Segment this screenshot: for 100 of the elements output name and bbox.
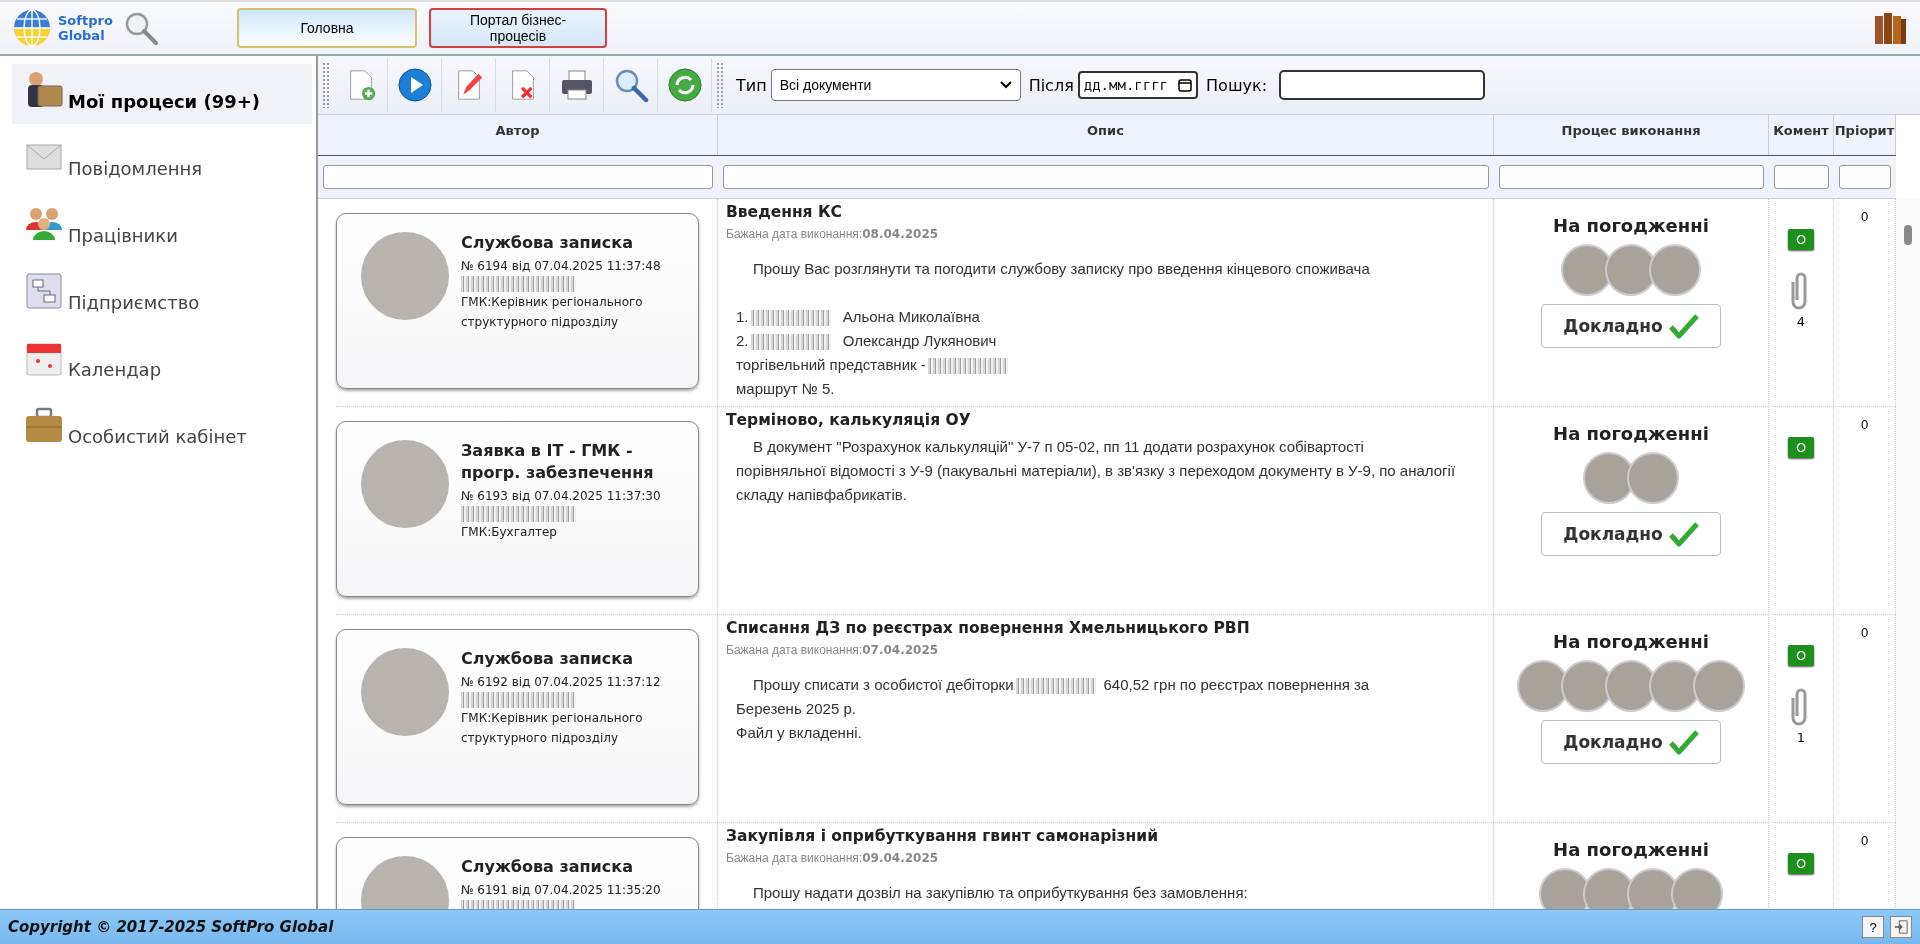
refresh-icon <box>666 67 703 103</box>
process-title: Списання ДЗ по реєстрах повернення Хмельницького РВП <box>726 619 1251 637</box>
comment-badge[interactable]: O <box>1787 229 1815 250</box>
logo-text: Softpro Global <box>58 13 113 43</box>
document-number: № 6192 від 07.04.2025 11:37:12 <box>461 674 662 691</box>
due-date-label: Бажана дата виконання: <box>726 643 863 657</box>
details-button[interactable]: Докладно <box>1541 512 1721 556</box>
sidebar-item[interactable]: Календар <box>12 332 312 392</box>
briefcase-icon <box>24 405 64 445</box>
author-role: ГМК:Керівник регіонального структурного підрозділу <box>461 710 644 747</box>
comment-badge[interactable]: O <box>1787 645 1815 666</box>
column-filter-field[interactable] <box>1839 165 1891 189</box>
attachment-count: 1 <box>1796 730 1806 745</box>
column-header[interactable]: Пріорит <box>1834 115 1896 155</box>
status-label: На погодженні <box>1553 215 1709 236</box>
document-type: Службова записка <box>461 648 634 670</box>
comment-badge[interactable]: O <box>1787 437 1815 458</box>
priority-value: 0 <box>1860 209 1869 224</box>
column-filter-field[interactable] <box>323 165 713 189</box>
sidebar-item[interactable]: Повідомлення <box>12 131 312 191</box>
description-text: 2. <box>736 332 749 349</box>
sidebar-item[interactable]: Мої процеси (99+) <box>12 64 312 124</box>
help-button[interactable]: ? <box>1862 916 1884 938</box>
sidebar-item[interactable]: Працівники <box>12 198 312 258</box>
nav-tab[interactable]: Головна <box>237 8 417 48</box>
priority-value: 0 <box>1860 625 1869 640</box>
comment-badge[interactable]: O <box>1787 853 1815 874</box>
column-header[interactable]: Опис <box>718 115 1494 155</box>
nav-tab[interactable]: Портал бізнес-процесів <box>429 8 607 48</box>
description-text: Альона Миколаївна <box>841 308 980 325</box>
due-date: 08.04.2025 <box>862 227 939 241</box>
description-text: Прошу Вас розглянути та погодити службову записку про введення кінцевого споживача <box>753 260 1370 277</box>
author-role: ГМК:Керівник регіонального структурного підрозділу <box>461 294 644 331</box>
approver-avatar-placeholder[interactable] <box>1693 660 1745 712</box>
diagram-icon <box>24 271 64 311</box>
column-filter-field[interactable] <box>1774 165 1829 189</box>
status-label: На погодженні <box>1553 423 1709 444</box>
approver-avatar-placeholder[interactable] <box>1671 868 1723 909</box>
description-text: торгівельний представник - <box>736 356 926 373</box>
author-role: ГМК:Бухгалтер <box>461 524 558 541</box>
date-field[interactable]: дд.мм.гггг <box>1077 71 1199 99</box>
document-type: Заявка в IT - ГМК - прогр. забезпечення <box>461 440 655 484</box>
check-icon <box>1668 313 1699 339</box>
description-text: 1. <box>736 308 749 325</box>
document-type: Службова записка <box>461 856 634 878</box>
due-date-label: Бажана дата виконання: <box>726 227 863 241</box>
play-icon <box>396 67 433 103</box>
column-header[interactable]: Автор <box>318 115 718 155</box>
column-header[interactable]: Комент <box>1769 115 1834 155</box>
type-dropdown[interactable]: Всі документи <box>770 69 1021 101</box>
description-text: Прошу надати дозвіл на закупівлю та оприбуткування без замовлення: <box>753 884 1248 901</box>
due-date: 07.04.2025 <box>862 643 939 657</box>
description-text: Файл у вкладенні. <box>736 724 862 741</box>
author-card[interactable]: Службова записка № 6194 від 07.04.2025 11:37:48 ГМК:Керівник регіонального структурного підрозділу <box>336 213 699 389</box>
sidebar-item[interactable]: Особистий кабінет <box>12 399 312 459</box>
calendar-icon <box>1178 78 1193 92</box>
type-label: Тип <box>736 75 767 95</box>
description-text: В документ "Розрахунок калькуляцій" У-7 п 05-02, пп 11 додати розрахунок собівартості порівняльної відомості з У-9 (пакувальні матеріали), в зв'язку з переходом документу в У-9, по аналогії складу напівфабрикатів. <box>736 438 1456 503</box>
globe-logo-icon <box>12 8 52 48</box>
document-type: Службова записка <box>461 232 634 254</box>
document-number: № 6193 від 07.04.2025 11:37:30 <box>461 488 662 505</box>
process-title: Закупівля і оприбуткування гвинт самонарізний <box>726 827 1160 845</box>
books-icon[interactable] <box>1872 10 1908 46</box>
exit-button[interactable] <box>1890 916 1912 938</box>
description-text: 640,52 грн по реєстрах повернення за <box>1103 676 1370 693</box>
details-button[interactable]: Докладно <box>1541 304 1721 348</box>
priority-value: 0 <box>1860 833 1869 848</box>
sidebar-item[interactable]: Підприємство <box>12 265 312 325</box>
priority-value: 0 <box>1860 417 1869 432</box>
process-title: Введення КС <box>726 203 843 221</box>
author-card[interactable]: Службова записка № 6192 від 07.04.2025 11:37:12 ГМК:Керівник регіонального структурного підрозділу <box>336 629 699 805</box>
exit-icon <box>1894 920 1908 934</box>
description-text: маршрут № 5. <box>736 380 835 397</box>
column-filter-field[interactable] <box>1499 165 1764 189</box>
author-card[interactable]: Заявка в IT - ГМК - прогр. забезпечення № 6193 від 07.04.2025 11:37:30 ГМК:Бухгалтер <box>336 421 699 597</box>
approver-avatar-placeholder[interactable] <box>1649 244 1701 296</box>
chevron-down-icon <box>999 81 1012 89</box>
attachment-count: 4 <box>1796 314 1806 329</box>
description-text: Прошу списати з особистої дебіторки <box>753 676 1014 693</box>
due-date-label: Бажана дата виконання: <box>726 851 863 865</box>
search-field[interactable] <box>1279 70 1486 100</box>
process-title: Терміново, калькуляція ОУ <box>726 411 972 429</box>
column-header[interactable]: Процес виконання <box>1494 115 1769 155</box>
document-number: № 6191 від 07.04.2025 11:35:20 <box>461 882 661 899</box>
status-label: На погодженні <box>1553 839 1709 860</box>
check-icon <box>1668 521 1699 547</box>
document-number: № 6194 від 07.04.2025 11:37:48 <box>461 258 662 275</box>
search-label: Пошук: <box>1206 75 1268 95</box>
status-label: На погодженні <box>1553 631 1709 652</box>
column-filter-field[interactable] <box>723 165 1489 189</box>
approver-avatar-placeholder[interactable] <box>1627 452 1679 504</box>
due-date: 09.04.2025 <box>862 851 939 865</box>
copyright-text: Copyright © 2017-2025 SoftPro Global <box>8 918 334 936</box>
details-button[interactable]: Докладно <box>1541 720 1721 764</box>
description-text: Березень 2025 р. <box>736 700 856 717</box>
check-icon <box>1668 729 1699 755</box>
scrollbar[interactable] <box>1896 199 1920 909</box>
description-text: Олександр Лукянович <box>841 332 997 349</box>
author-card[interactable]: Службова записка № 6191 від 07.04.2025 11:35:20 <box>336 837 699 909</box>
after-label: Після <box>1028 75 1074 95</box>
